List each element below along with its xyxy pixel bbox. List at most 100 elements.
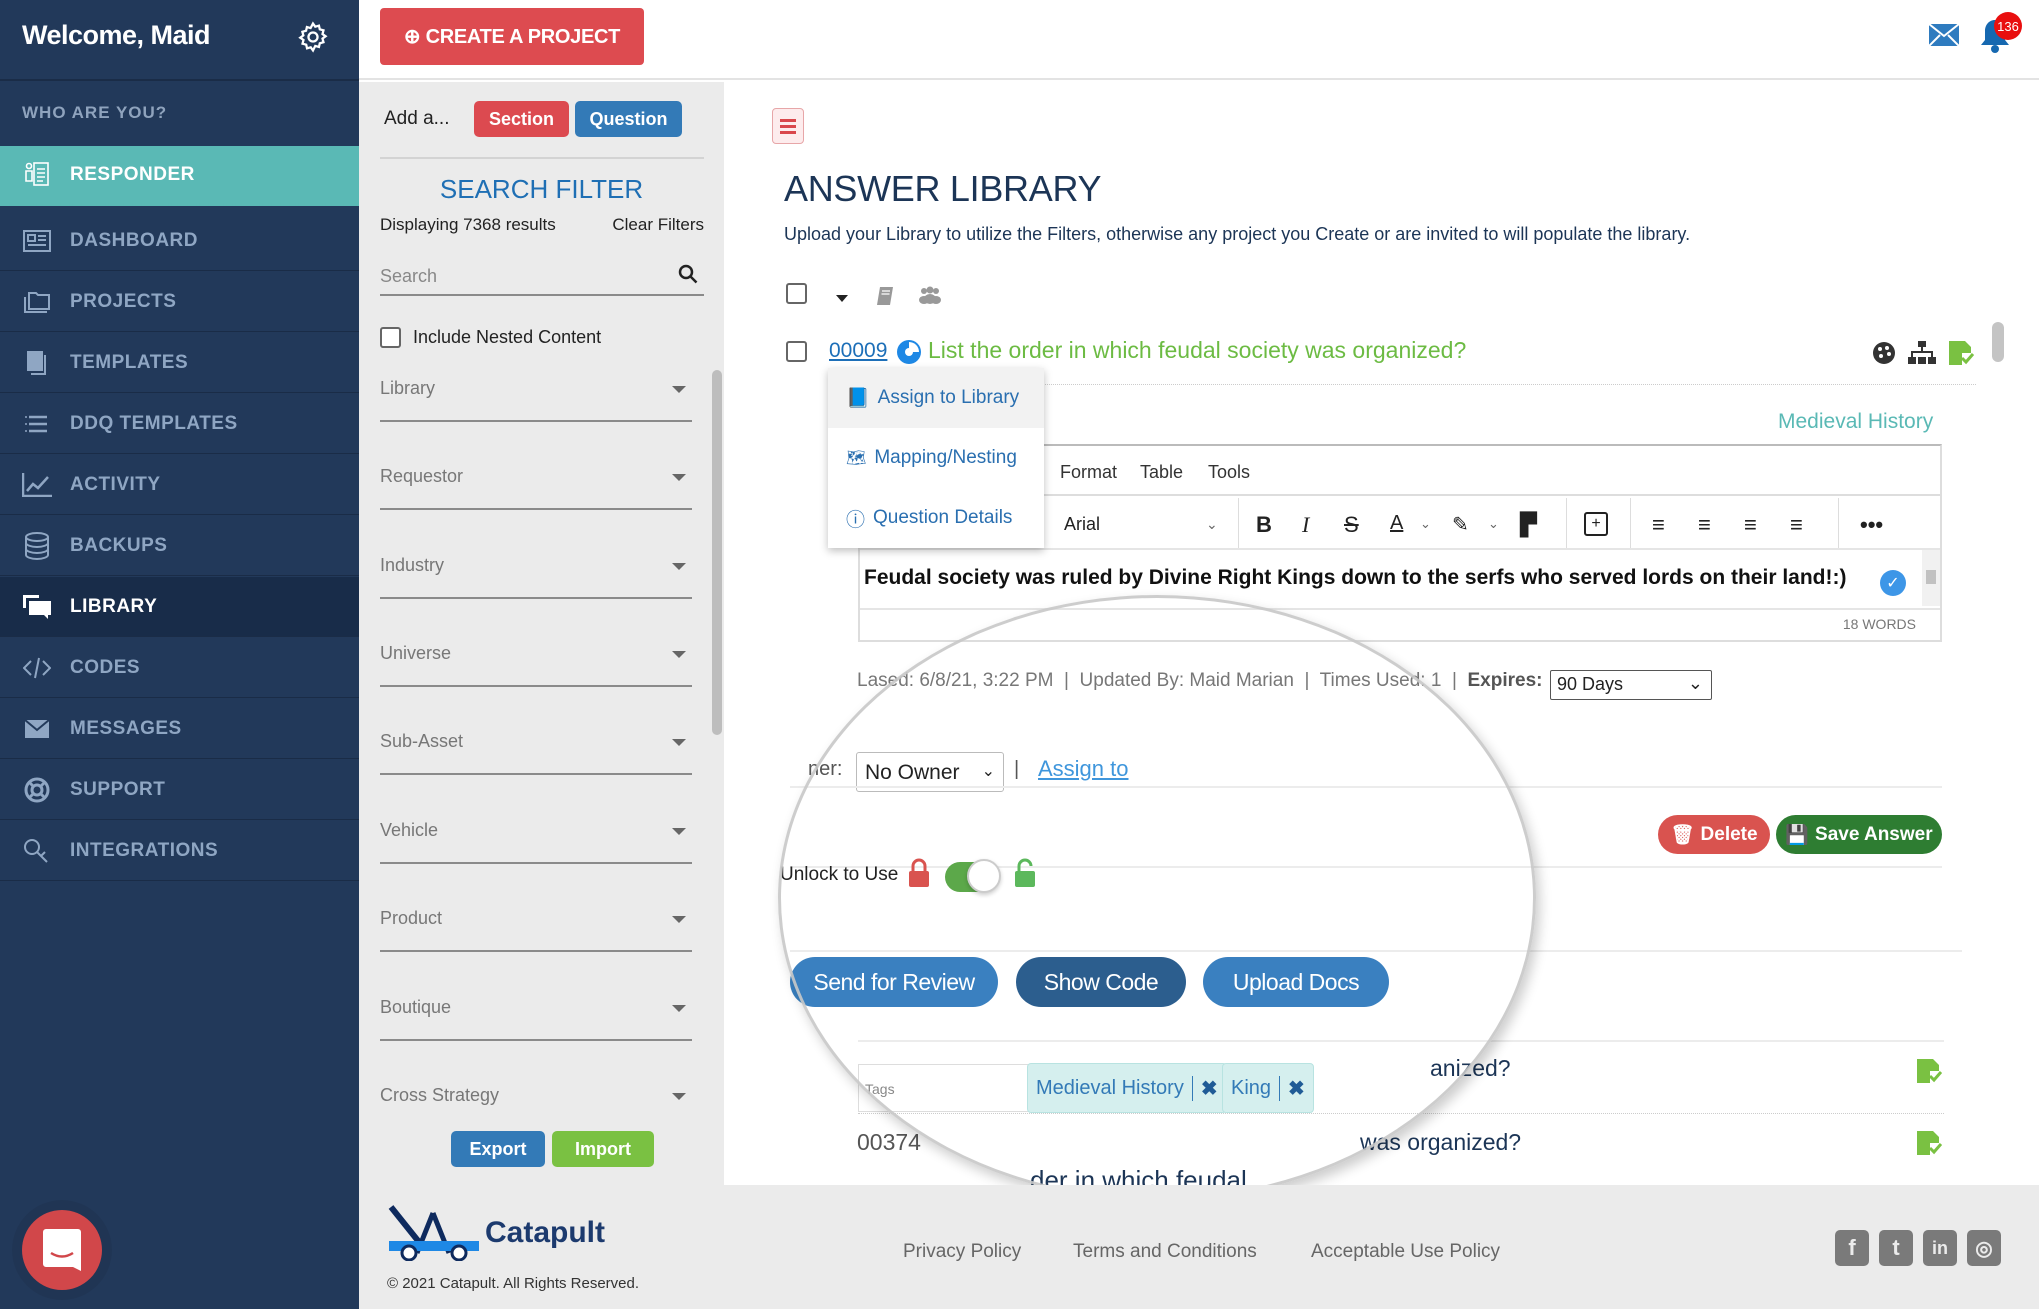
book-icon[interactable] (876, 286, 894, 306)
brand-name: Catapult (485, 1216, 605, 1249)
chevron-down-icon[interactable]: ⌄ (1420, 516, 1431, 532)
assign-to-link[interactable]: Assign to (1038, 756, 1129, 782)
align-justify-icon[interactable]: ≡ (1790, 512, 1803, 538)
product-select[interactable]: Product (380, 908, 692, 952)
save-check-icon[interactable] (1916, 1130, 1942, 1156)
editor-scrollbar[interactable] (1922, 550, 1940, 606)
search-icon[interactable] (678, 264, 698, 284)
question-id-link[interactable]: 00009 (829, 339, 887, 363)
checkbox[interactable] (380, 327, 401, 348)
add-section-button[interactable]: Section (474, 101, 569, 137)
send-for-review-button[interactable]: Send for Review (790, 957, 998, 1007)
requestor-select[interactable]: Requestor (380, 466, 692, 510)
users-icon[interactable] (918, 286, 942, 306)
align-center-icon[interactable]: ≡ (1698, 512, 1711, 538)
font-family-select[interactable]: Arial (1064, 514, 1100, 535)
sidebar-item-backups[interactable]: BACKUPS (0, 516, 359, 576)
facebook-icon[interactable]: f (1835, 1230, 1869, 1266)
terms-link[interactable]: Terms and Conditions (1073, 1241, 1257, 1263)
caret-down-icon[interactable] (836, 295, 848, 302)
mail-icon[interactable] (1929, 24, 1959, 46)
question-text[interactable]: List the order in which feudal society w… (928, 337, 1466, 364)
save-answer-button[interactable]: 💾 Save Answer (1776, 815, 1942, 854)
sidebar-item-library[interactable]: LIBRARY (0, 577, 359, 637)
export-button[interactable]: Export (451, 1131, 545, 1167)
clear-filters-link[interactable]: Clear Filters (612, 215, 704, 235)
add-question-button[interactable]: Question (575, 101, 682, 137)
italic-icon[interactable]: I (1302, 512, 1309, 538)
show-code-button[interactable]: Show Code (1016, 957, 1186, 1007)
align-right-icon[interactable]: ≡ (1744, 512, 1757, 538)
question-text[interactable]: anized? (1430, 1055, 1511, 1082)
cross-strategy-select[interactable]: Cross Strategy (380, 1085, 692, 1129)
universe-select[interactable]: Universe (380, 643, 692, 687)
vehicle-select[interactable]: Vehicle (380, 820, 692, 864)
hamburger-menu-button[interactable] (772, 108, 804, 144)
table-menu[interactable]: Table (1140, 462, 1183, 483)
more-icon[interactable]: ••• (1860, 512, 1883, 538)
highlight-icon[interactable]: ✎ (1452, 512, 1469, 537)
save-check-icon[interactable] (1948, 340, 1974, 366)
unlock-toggle[interactable] (945, 859, 1001, 893)
gear-icon[interactable] (296, 20, 330, 54)
tools-menu[interactable]: Tools (1208, 462, 1250, 483)
sitemap-icon[interactable] (1908, 341, 1936, 365)
sidebar-item-dashboard[interactable]: DASHBOARD (0, 211, 359, 271)
text-color-icon[interactable]: A (1390, 512, 1403, 535)
twitter-icon[interactable]: t (1879, 1230, 1913, 1266)
boutique-select[interactable]: Boutique (380, 997, 692, 1041)
select-all-checkbox[interactable] (786, 283, 807, 304)
chat-widget-button[interactable] (22, 1210, 102, 1290)
divider (1566, 498, 1567, 548)
sidebar-item-templates[interactable]: TEMPLATES (0, 333, 359, 393)
delete-button[interactable]: 🗑 Delete (1658, 815, 1770, 854)
format-painter-icon[interactable]: ▛ (1520, 512, 1537, 538)
question-id[interactable]: 00374 (857, 1129, 921, 1156)
sidebar-item-projects[interactable]: PROJECTS (0, 272, 359, 332)
sub-asset-select[interactable]: Sub-Asset (380, 731, 692, 775)
create-project-button[interactable]: ⊕ CREATE A PROJECT (380, 8, 644, 65)
upload-docs-button[interactable]: Upload Docs (1203, 957, 1389, 1007)
remove-tag-icon[interactable]: ✖ (1191, 1075, 1218, 1101)
catapult-logo[interactable]: Catapult (387, 1205, 605, 1261)
chevron-down-icon[interactable]: ⌄ (1206, 516, 1218, 533)
expires-select[interactable]: 90 Days ⌄ (1550, 670, 1712, 700)
acceptable-use-link[interactable]: Acceptable Use Policy (1311, 1241, 1500, 1263)
instagram-icon[interactable]: ◎ (1967, 1230, 2001, 1266)
align-left-icon[interactable]: ≡ (1652, 512, 1665, 538)
dashboard-icon (22, 228, 52, 254)
divider (1630, 498, 1631, 548)
bold-icon[interactable]: B (1256, 512, 1272, 538)
answer-content[interactable]: Feudal society was ruled by Divine Right… (864, 566, 1846, 590)
sidebar-item-messages[interactable]: MESSAGES (0, 699, 359, 759)
sidebar-item-responder[interactable]: RESPONDER (0, 146, 359, 206)
row-checkbox[interactable] (786, 341, 807, 362)
privacy-policy-link[interactable]: Privacy Policy (903, 1241, 1021, 1263)
sidebar-item-integrations[interactable]: INTEGRATIONS (0, 821, 359, 881)
question-text[interactable]: was organized? (1360, 1129, 1521, 1156)
sidebar-item-support[interactable]: SUPPORT (0, 760, 359, 820)
chevron-down-icon[interactable]: ⌄ (1488, 516, 1499, 532)
save-check-icon[interactable] (1916, 1058, 1942, 1084)
add-comment-icon[interactable]: + (1584, 512, 1608, 536)
import-button[interactable]: Import (552, 1131, 654, 1167)
main-scrollbar[interactable] (1992, 322, 2004, 362)
sidebar-item-codes[interactable]: CODES (0, 638, 359, 698)
library-select[interactable]: Library (380, 378, 692, 422)
format-menu[interactable]: Format (1060, 462, 1117, 483)
mapping-nesting-item[interactable]: 🗺 Mapping/Nesting (828, 428, 1044, 488)
search-input[interactable]: Search (380, 260, 704, 296)
remove-tag-icon[interactable]: ✖ (1279, 1075, 1305, 1101)
assign-to-library-item[interactable]: 📘 Assign to Library (828, 368, 1044, 428)
industry-select[interactable]: Industry (380, 555, 692, 599)
sidebar-item-ddq-templates[interactable]: DDQ TEMPLATES (0, 394, 359, 454)
filter-scrollbar[interactable] (712, 370, 722, 735)
palette-icon[interactable] (1872, 341, 1896, 365)
tags-input[interactable]: Tags (858, 1064, 1028, 1112)
include-nested-checkbox[interactable]: Include Nested Content (380, 327, 601, 348)
linkedin-icon[interactable]: in (1923, 1230, 1957, 1266)
sidebar-item-activity[interactable]: ACTIVITY (0, 455, 359, 515)
question-details-item[interactable]: ⓘ Question Details (828, 488, 1044, 548)
strikethrough-icon[interactable]: S (1344, 512, 1359, 538)
caret-down-icon (672, 1093, 686, 1100)
